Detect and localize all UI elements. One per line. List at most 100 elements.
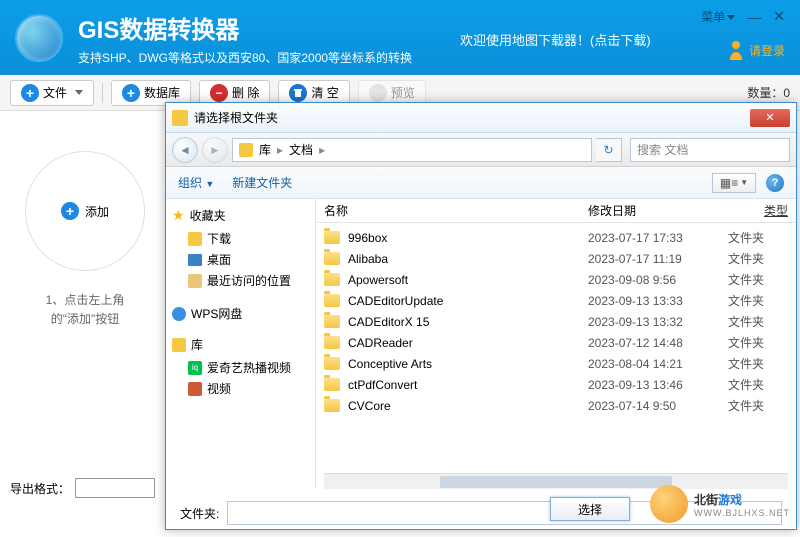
file-row[interactable]: CADEditorUpdate2023-09-13 13:33文件夹 <box>316 290 796 311</box>
watermark: 北街游戏 WWW.BJLHXS.NET <box>650 485 790 523</box>
file-row[interactable]: CVCore2023-07-14 9:50文件夹 <box>316 395 796 416</box>
back-button[interactable]: ◄ <box>172 137 198 163</box>
file-button[interactable]: +文件 <box>10 80 94 106</box>
file-type: 文件夹 <box>728 229 788 246</box>
library-icon <box>172 338 186 352</box>
menu-dropdown[interactable]: 菜单 <box>701 8 735 25</box>
folder-icon <box>324 399 340 412</box>
tree-desktop[interactable]: 桌面 <box>172 249 309 270</box>
address-bar[interactable]: 库 ▸ 文档 ▸ <box>232 138 592 162</box>
promo-link[interactable]: 欢迎使用地图下载器！(点击下载) <box>460 30 651 49</box>
view-mode-button[interactable]: ▦≡▼ <box>712 173 756 193</box>
file-row[interactable]: 996box2023-07-17 17:33文件夹 <box>316 227 796 248</box>
new-folder-button[interactable]: 新建文件夹 <box>232 174 292 191</box>
window-controls: 菜单 — ✕ <box>701 8 785 25</box>
add-button[interactable]: + 添加 <box>25 151 145 271</box>
folder-icon <box>324 294 340 307</box>
tree-wps[interactable]: WPS网盘 <box>172 305 309 322</box>
file-date: 2023-07-17 11:19 <box>588 252 728 266</box>
person-icon <box>728 40 744 60</box>
download-icon <box>188 232 202 246</box>
chevron-right-icon: ▸ <box>277 143 283 157</box>
minimize-button[interactable]: — <box>747 9 761 25</box>
cloud-icon <box>172 307 186 321</box>
tree-recent[interactable]: 最近访问的位置 <box>172 270 309 291</box>
file-date: 2023-07-17 17:33 <box>588 231 728 245</box>
search-input[interactable]: 搜索 文档 <box>630 138 790 162</box>
file-name: CVCore <box>348 399 588 413</box>
folder-icon <box>239 143 253 157</box>
plus-icon: + <box>61 202 79 220</box>
export-format-row: 导出格式： <box>10 478 155 498</box>
dialog-close-button[interactable]: ✕ <box>750 109 790 127</box>
file-name: CADEditorX 15 <box>348 315 588 329</box>
count-label: 数量：0 <box>747 84 790 101</box>
login-label: 请登录 <box>749 42 785 59</box>
file-date: 2023-09-08 9:56 <box>588 273 728 287</box>
file-type: 文件夹 <box>728 397 788 414</box>
organize-menu[interactable]: 组织 ▼ <box>178 174 214 191</box>
help-button[interactable]: ? <box>766 174 784 192</box>
tree-favorites[interactable]: ★收藏夹 <box>172 207 309 224</box>
tree-downloads[interactable]: 下载 <box>172 228 309 249</box>
tree-library[interactable]: 库 <box>172 336 309 353</box>
select-folder-button[interactable]: 选择 <box>550 497 630 521</box>
file-panel: 名称 修改日期 类型 996box2023-07-17 17:33文件夹Alib… <box>316 199 796 489</box>
file-row[interactable]: CADEditorX 152023-09-13 13:32文件夹 <box>316 311 796 332</box>
divider <box>102 83 103 103</box>
left-panel: + 添加 1、点击左上角 的"添加"按钮 <box>0 111 170 349</box>
file-list: 996box2023-07-17 17:33文件夹Alibaba2023-07-… <box>316 223 796 473</box>
breadcrumb-docs[interactable]: 文档 <box>289 141 313 158</box>
file-row[interactable]: CADReader2023-07-12 14:48文件夹 <box>316 332 796 353</box>
file-type: 文件夹 <box>728 313 788 330</box>
file-row[interactable]: Apowersoft2023-09-08 9:56文件夹 <box>316 269 796 290</box>
tree-panel: ★收藏夹 下载 桌面 最近访问的位置 WPS网盘 库 iq爱奇艺热播视频 视频 <box>166 199 316 489</box>
folder-icon <box>324 252 340 265</box>
file-name: 996box <box>348 231 588 245</box>
dialog-title: 请选择根文件夹 <box>194 109 750 126</box>
file-date: 2023-09-13 13:33 <box>588 294 728 308</box>
tree-video[interactable]: 视频 <box>172 378 309 399</box>
breadcrumb-lib[interactable]: 库 <box>259 141 271 158</box>
app-logo-globe-icon <box>15 14 63 62</box>
nav-row: ◄ ► 库 ▸ 文档 ▸ ↻ 搜索 文档 <box>166 133 796 167</box>
file-type: 文件夹 <box>728 292 788 309</box>
chevron-down-icon <box>75 90 83 95</box>
file-row[interactable]: Alibaba2023-07-17 11:19文件夹 <box>316 248 796 269</box>
add-label: 添加 <box>85 203 109 220</box>
col-name[interactable]: 名称 <box>324 202 588 219</box>
export-label: 导出格式： <box>10 480 70 497</box>
chevron-right-icon: ▸ <box>319 143 325 157</box>
tree-iqiyi[interactable]: iq爱奇艺热播视频 <box>172 357 309 378</box>
organize-row: 组织 ▼ 新建文件夹 ▦≡▼ ? <box>166 167 796 199</box>
iqiyi-icon: iq <box>188 361 202 375</box>
scrollbar-thumb[interactable] <box>440 476 672 488</box>
dialog-titlebar[interactable]: 请选择根文件夹 ✕ <box>166 103 796 133</box>
desktop-icon <box>188 254 202 266</box>
col-date[interactable]: 修改日期 <box>588 202 728 219</box>
file-date: 2023-07-14 9:50 <box>588 399 728 413</box>
file-name: Conceptive Arts <box>348 357 588 371</box>
file-type: 文件夹 <box>728 376 788 393</box>
export-format-input[interactable] <box>75 478 155 498</box>
recent-icon <box>188 274 202 288</box>
watermark-logo-icon <box>650 485 688 523</box>
close-button[interactable]: ✕ <box>773 8 785 25</box>
login-button[interactable]: 请登录 <box>728 40 785 60</box>
file-row[interactable]: ctPdfConvert2023-09-13 13:46文件夹 <box>316 374 796 395</box>
folder-label: 文件夹: <box>180 505 219 522</box>
file-row[interactable]: Conceptive Arts2023-08-04 14:21文件夹 <box>316 353 796 374</box>
file-name: CADEditorUpdate <box>348 294 588 308</box>
file-type: 文件夹 <box>728 355 788 372</box>
folder-icon <box>324 378 340 391</box>
folder-icon <box>172 110 188 126</box>
dialog-body: ★收藏夹 下载 桌面 最近访问的位置 WPS网盘 库 iq爱奇艺热播视频 视频 … <box>166 199 796 489</box>
forward-button[interactable]: ► <box>202 137 228 163</box>
refresh-button[interactable]: ↻ <box>596 138 622 162</box>
video-icon <box>188 382 202 396</box>
app-subtitle: 支持SHP、DWG等格式以及西安80、国家2000等坐标系的转换 <box>78 49 412 66</box>
file-name: CADReader <box>348 336 588 350</box>
col-type[interactable]: 类型 <box>728 202 788 219</box>
star-icon: ★ <box>172 207 185 224</box>
app-header: GIS数据转换器 支持SHP、DWG等格式以及西安80、国家2000等坐标系的转… <box>0 0 800 75</box>
